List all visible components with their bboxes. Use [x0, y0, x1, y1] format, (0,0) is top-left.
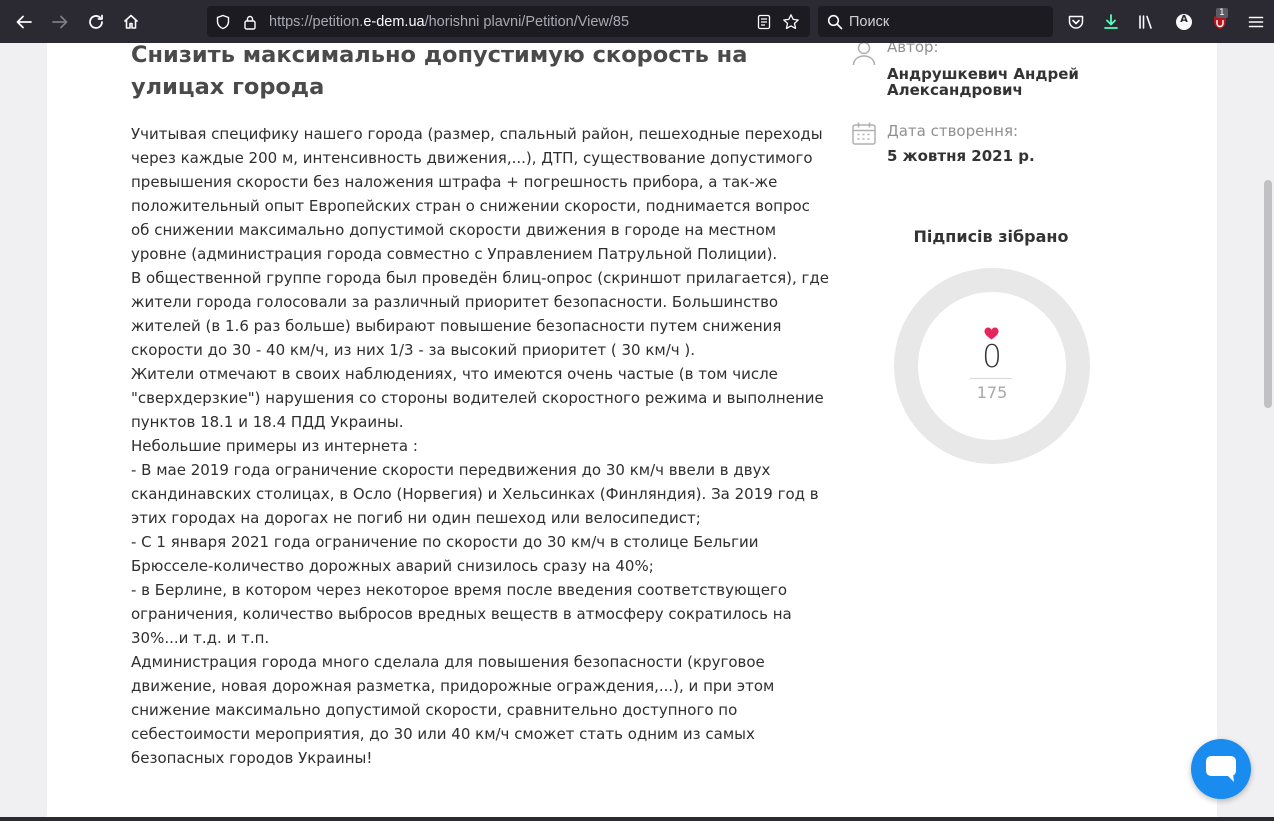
- forward-button[interactable]: [45, 7, 75, 37]
- pocket-icon: [1068, 15, 1084, 29]
- home-button[interactable]: [116, 7, 146, 37]
- author-name: Андрушкевич Андрей Александрович: [887, 65, 1079, 99]
- chat-bubble-icon: [1206, 756, 1236, 782]
- address-bar[interactable]: https://petition.e-dem.ua/horishni plavn…: [207, 6, 810, 37]
- petition-paragraph: - в Берлине, в котором через некоторое в…: [131, 581, 792, 647]
- petition-paragraph: В общественной группе города был проведё…: [131, 269, 829, 359]
- browser-toolbar: https://petition.e-dem.ua/horishni plavn…: [0, 0, 1274, 43]
- reload-icon: [89, 14, 103, 29]
- hamburger-menu-icon: [1248, 16, 1264, 28]
- search-placeholder: Поиск: [849, 14, 890, 30]
- chat-button[interactable]: [1191, 739, 1251, 799]
- library-button[interactable]: [1131, 7, 1161, 37]
- signatures-divider: [970, 378, 1012, 379]
- petition-paragraph: - В мае 2019 года ограничение скорости п…: [131, 461, 819, 527]
- search-bar[interactable]: Поиск: [818, 6, 1053, 37]
- extension-badge: 1: [1216, 8, 1228, 18]
- url-host: e-dem.ua: [363, 14, 425, 30]
- petition-paragraph: Учитывая специфику нашего города (размер…: [131, 125, 823, 263]
- arrow-right-icon: [52, 15, 68, 29]
- home-icon: [123, 14, 139, 29]
- download-icon: [1104, 14, 1118, 29]
- url-path: /horishni plavni/Petition/View/85: [424, 14, 630, 30]
- menu-button[interactable]: [1241, 7, 1271, 37]
- calendar-icon: [852, 122, 876, 145]
- petition-body: Учитывая специфику нашего города (размер…: [131, 122, 831, 770]
- back-button[interactable]: [9, 7, 39, 37]
- shield-icon[interactable]: [215, 14, 231, 30]
- petition-page: Снизить максимально допустимую скорость …: [47, 43, 1217, 821]
- author-label: Автор:: [887, 43, 939, 56]
- window-bottom-edge: [0, 817, 1274, 821]
- petition-paragraph: - С 1 января 2021 года ограничение по ск…: [131, 533, 759, 575]
- url-text[interactable]: https://petition.e-dem.ua/horishni plavn…: [269, 14, 629, 30]
- pocket-button[interactable]: [1061, 7, 1091, 37]
- bookmark-star-icon[interactable]: [782, 13, 800, 31]
- scrollbar-track[interactable]: [1262, 43, 1274, 821]
- url-prefix: https://petition.: [269, 14, 364, 30]
- date-value: 5 жовтня 2021 р.: [887, 147, 1035, 165]
- reader-view-icon[interactable]: [756, 14, 772, 30]
- petition-paragraph: Администрация города много сделала для п…: [131, 653, 775, 767]
- petition-title: Снизить максимально допустимую скорость …: [131, 43, 748, 100]
- account-button[interactable]: A: [1169, 7, 1199, 37]
- reload-button[interactable]: [81, 7, 111, 37]
- account-initial: A: [1180, 14, 1188, 25]
- search-icon: [827, 14, 843, 30]
- petition-paragraph: Жители отмечают в своих наблюдениях, что…: [131, 365, 824, 431]
- user-icon: [852, 43, 876, 66]
- arrow-left-icon: [16, 15, 32, 29]
- signatures-goal: 175: [976, 383, 1008, 402]
- date-label: Дата створення:: [887, 122, 1019, 140]
- downloads-button[interactable]: [1096, 7, 1126, 37]
- lock-icon[interactable]: [243, 14, 257, 30]
- signatures-title: Підписів зібрано: [913, 227, 1069, 246]
- signatures-count: 0: [982, 339, 1002, 375]
- scrollbar-thumb[interactable]: [1264, 180, 1272, 408]
- petition-paragraph: Небольшие примеры из интернета :: [131, 437, 418, 455]
- library-icon: [1139, 15, 1152, 29]
